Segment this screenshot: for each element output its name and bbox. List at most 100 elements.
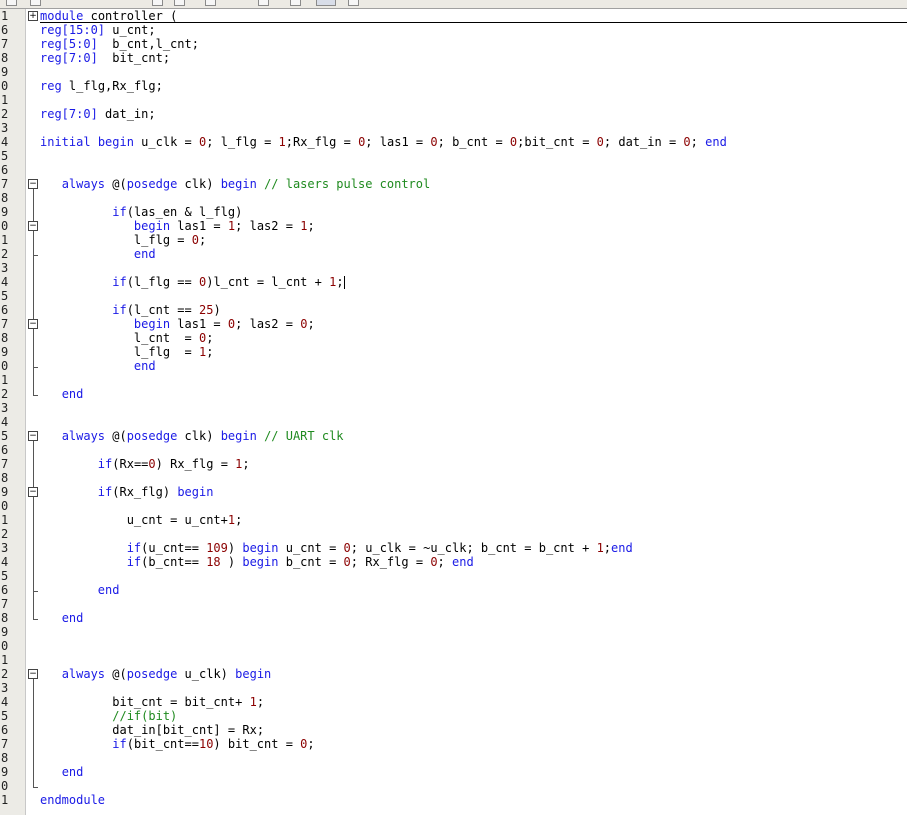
code-token: ) — [220, 667, 228, 681]
toolbar-button[interactable] — [6, 0, 17, 6]
code-line[interactable]: 6 reg[15:0] u_cnt; — [0, 23, 907, 37]
toolbar-button[interactable] — [348, 0, 359, 6]
code-line[interactable]: 2 — [0, 527, 907, 541]
code-line[interactable]: 9 if(Rx_flg) begin — [0, 485, 907, 499]
code-line[interactable]: 1 endmodule — [0, 793, 907, 807]
toolbar-button[interactable] — [30, 0, 41, 6]
code-line[interactable]: 3 — [0, 401, 907, 415]
code-line[interactable]: 9 — [0, 65, 907, 79]
code-line[interactable]: 6 end — [0, 583, 907, 597]
code-token: ( — [170, 9, 178, 23]
code-token: == — [133, 457, 149, 471]
code-line[interactable]: 5 //if(bit) — [0, 709, 907, 723]
code-line[interactable]: 8 — [0, 751, 907, 765]
code-line[interactable]: 5 — [0, 149, 907, 163]
fold-collapse-icon[interactable]: − — [28, 669, 38, 679]
fold-collapse-icon[interactable]: − — [28, 319, 38, 329]
toolbar-button[interactable] — [174, 0, 185, 6]
code-token: Rx_flg — [293, 135, 337, 149]
code-line[interactable]: 7 begin las1 = 0; las2 = 0; — [0, 317, 907, 331]
toolbar-button[interactable] — [205, 0, 216, 6]
code-line[interactable]: 2 reg[7:0] dat_in; — [0, 107, 907, 121]
code-line[interactable]: 0 begin las1 = 1; las2 = 1; — [0, 219, 907, 233]
code-line[interactable]: 5 — [0, 569, 907, 583]
code-line[interactable]: 0 reg l_flg,Rx_flg; — [0, 79, 907, 93]
code-line[interactable]: 8 end — [0, 611, 907, 625]
code-line[interactable]: 7 reg[5:0] b_cnt,l_cnt; — [0, 37, 907, 51]
number-token: 0 — [430, 135, 438, 149]
code-line[interactable]: 5 always @(posedge clk) begin // UART cl… — [0, 429, 907, 443]
code-token: l_flg — [133, 233, 171, 247]
code-line[interactable]: 6 if(l_cnt == 25) — [0, 303, 907, 317]
code-line[interactable]: 4 if(b_cnt== 18 ) begin b_cnt = 0; Rx_fl… — [0, 555, 907, 569]
code-line[interactable]: 1 module controller ( — [0, 9, 907, 23]
code-line[interactable]: 4 bit_cnt = bit_cnt+ 1; — [0, 695, 907, 709]
code-line[interactable]: 8 reg[7:0] bit_cnt; — [0, 51, 907, 65]
code-line[interactable]: 2 end — [0, 387, 907, 401]
code-token: l_flg — [68, 79, 106, 93]
code-line[interactable]: 8 l_cnt = 0; — [0, 331, 907, 345]
code-line[interactable]: 1 l_flg = 0; — [0, 233, 907, 247]
code-line[interactable]: 3 — [0, 681, 907, 695]
fold-collapse-icon[interactable]: − — [28, 487, 38, 497]
code-line[interactable]: 1 — [0, 373, 907, 387]
line-number: 1 — [1, 373, 9, 387]
code-token: u_clk — [430, 541, 467, 555]
code-line[interactable]: 4 initial begin u_clk = 0; l_flg = 1;Rx_f… — [0, 135, 907, 149]
keyword-token: initial — [40, 135, 91, 149]
line-number: 1 — [1, 793, 9, 807]
code-line[interactable]: 2 end — [0, 247, 907, 261]
code-line[interactable]: 6 dat_in[bit_cnt] = Rx; — [0, 723, 907, 737]
keyword-token: posedge — [126, 177, 178, 191]
code-token: = — [285, 219, 293, 233]
code-token: clk — [184, 177, 207, 191]
code-line[interactable]: 9 end — [0, 765, 907, 779]
toolbar-button[interactable] — [152, 0, 163, 6]
code-line[interactable]: 8 — [0, 471, 907, 485]
code-line[interactable]: 9 if(las_en & l_flg) — [0, 205, 907, 219]
comment-token: // lasers pulse control — [264, 177, 431, 191]
code-line[interactable]: 9 — [0, 625, 907, 639]
fold-expand-icon[interactable]: + — [28, 11, 38, 21]
line-code: end — [40, 583, 120, 597]
code-line[interactable]: 1 — [0, 93, 907, 107]
code-line[interactable]: 7 always @(posedge clk) begin // lasers … — [0, 177, 907, 191]
code-line[interactable]: 0 end — [0, 359, 907, 373]
code-line[interactable]: 8 — [0, 191, 907, 205]
fold-collapse-icon[interactable]: − — [28, 431, 38, 441]
code-line[interactable]: 7 if(Rx==0) Rx_flg = 1; — [0, 457, 907, 471]
code-line[interactable]: 2 always @(posedge u_clk) begin — [0, 667, 907, 681]
fold-collapse-icon[interactable]: − — [28, 179, 38, 189]
code-line[interactable]: 6 — [0, 443, 907, 457]
code-line[interactable]: 1 u_cnt = u_cnt+1; — [0, 513, 907, 527]
toolbar-button-active[interactable] — [316, 0, 336, 6]
code-line[interactable]: 5 — [0, 289, 907, 303]
code-token: bit_cnt — [133, 737, 185, 751]
code-line[interactable]: 7 — [0, 597, 907, 611]
code-line[interactable]: 3 — [0, 261, 907, 275]
code-line[interactable]: 6 — [0, 163, 907, 177]
code-token: == — [177, 303, 192, 317]
code-line[interactable]: 3 — [0, 121, 907, 135]
code-token: las_en — [133, 205, 178, 219]
toolbar-button[interactable] — [290, 0, 301, 6]
code-line[interactable]: 4 — [0, 415, 907, 429]
code-line[interactable]: 9 l_flg = 1; — [0, 345, 907, 359]
code-line[interactable]: 4 if(l_flg == 0)l_cnt = l_cnt + 1; — [0, 275, 907, 289]
fold-collapse-icon[interactable]: − — [28, 221, 38, 231]
toolbar-button[interactable] — [258, 0, 269, 6]
code-line[interactable]: 3 if(u_cnt== 109) begin u_cnt = 0; u_clk… — [0, 541, 907, 555]
code-line[interactable]: 1 — [0, 653, 907, 667]
code-line[interactable]: 0 — [0, 779, 907, 793]
code-line[interactable]: 0 — [0, 499, 907, 513]
code-line[interactable]: 0 — [0, 639, 907, 653]
code-line[interactable]: 7 if(bit_cnt==10) bit_cnt = 0; — [0, 737, 907, 751]
